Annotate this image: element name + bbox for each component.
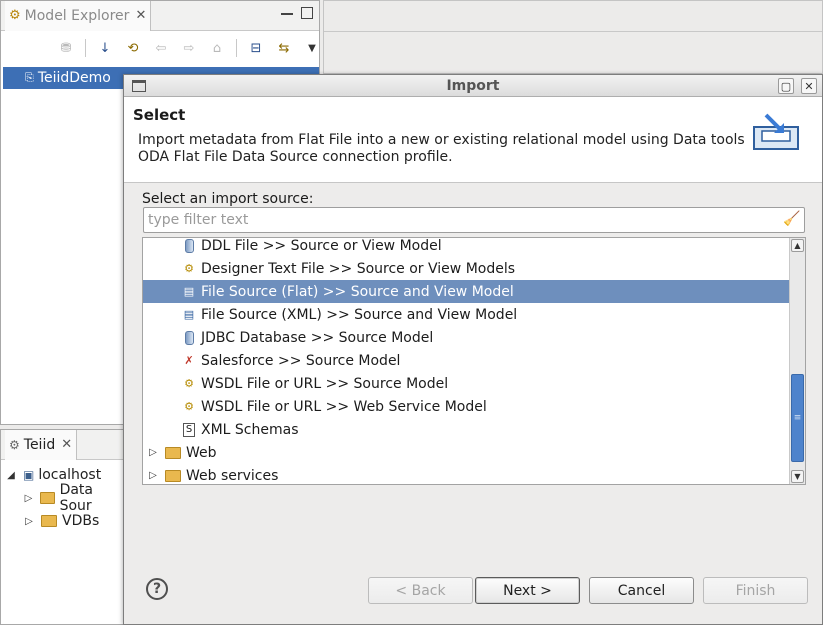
list-item-label: File Source (Flat) >> Source and View Mo… xyxy=(201,283,514,300)
filter-icon[interactable]: ⛃ xyxy=(57,39,75,57)
xml-file-icon: ▤ xyxy=(183,308,195,321)
teiid-tab[interactable]: ⚙ Teiid ✕ xyxy=(5,429,78,460)
filter-input[interactable] xyxy=(143,207,805,233)
dialog-button-bar: ? < Back Next > Cancel Finish xyxy=(124,562,822,622)
vdbs-label: VDBs xyxy=(62,513,100,529)
import-banner-icon xyxy=(753,113,799,150)
folder-icon xyxy=(39,492,55,504)
list-item-selected[interactable]: ▤ File Source (Flat) >> Source and View … xyxy=(143,280,789,303)
dialog-title: Import xyxy=(446,77,500,94)
teiid-tabbar: ⚙ Teiid ✕ xyxy=(1,429,123,460)
back-icon[interactable]: ⇦ xyxy=(152,39,170,57)
wizard-header: Select Import metadata from Flat File in… xyxy=(124,97,822,183)
gear-file-icon: ⚙ xyxy=(184,377,194,390)
server-icon: ▣ xyxy=(23,468,35,482)
schema-icon: S xyxy=(181,422,197,438)
folder-icon xyxy=(165,469,181,482)
import-dialog: Import ▢ ✕ Select Import metadata from F… xyxy=(123,74,823,625)
model-explorer-tab[interactable]: ⚙ Model Explorer ✕ xyxy=(5,0,152,31)
database-icon xyxy=(181,238,197,254)
list-item[interactable]: ▤ File Source (XML) >> Source and View M… xyxy=(143,303,789,326)
category-label: Web services xyxy=(186,467,279,484)
close-icon[interactable]: ✕ xyxy=(61,437,72,452)
gear-file-icon: ⚙ xyxy=(184,400,194,413)
list-item[interactable]: ⚙ WSDL File or URL >> Web Service Model xyxy=(143,395,789,418)
list-item[interactable]: S XML Schemas xyxy=(143,418,789,441)
project-label: TeiidDemo xyxy=(37,70,111,86)
collapsed-twisty-icon[interactable]: ▷ xyxy=(23,493,34,504)
back-button[interactable]: < Back xyxy=(368,577,473,604)
list-item[interactable]: ⚙ Designer Text File >> Source or View M… xyxy=(143,257,789,280)
model-explorer-icon: ⚙ xyxy=(9,8,21,23)
collapsed-twisty-icon[interactable]: ▷ xyxy=(147,447,159,458)
forward-icon[interactable]: ⇨ xyxy=(180,39,198,57)
maximize-icon[interactable] xyxy=(301,7,313,19)
category-label: Web xyxy=(186,444,217,461)
view-menu-icon[interactable]: ▼ xyxy=(303,39,321,57)
close-icon[interactable]: ✕ xyxy=(135,8,146,23)
list-item-label: WSDL File or URL >> Source Model xyxy=(201,375,449,392)
collapse-all-icon[interactable]: ⊟ xyxy=(247,39,265,57)
maximize-icon[interactable]: ▢ xyxy=(778,78,794,94)
minimize-icon[interactable] xyxy=(281,7,293,15)
flat-file-icon: ▤ xyxy=(183,285,195,298)
list-item-label: File Source (XML) >> Source and View Mod… xyxy=(201,306,518,323)
server-label: localhost xyxy=(38,467,102,483)
link-editor-icon[interactable]: ⇆ xyxy=(275,39,293,57)
salesforce-icon: ✗ xyxy=(184,354,194,367)
database-icon xyxy=(181,330,197,346)
next-button[interactable]: Next > xyxy=(475,577,580,604)
list-item-label: XML Schemas xyxy=(201,421,299,438)
model-explorer-tabbar: ⚙ Model Explorer ✕ xyxy=(1,0,319,31)
data-sources-node[interactable]: ▷ Data Sour xyxy=(23,482,123,514)
list-item[interactable]: DDL File >> Source or View Model xyxy=(143,237,789,257)
collapsed-twisty-icon[interactable]: ▷ xyxy=(23,516,35,527)
collapsed-twisty-icon[interactable]: ▷ xyxy=(147,470,159,481)
teiid-tab-label: Teiid xyxy=(23,436,56,453)
list-item-label: Salesforce >> Source Model xyxy=(201,352,401,369)
finish-button[interactable]: Finish xyxy=(703,577,808,604)
editor-area xyxy=(323,0,823,74)
wizard-page-title: Select xyxy=(133,106,186,124)
expanded-twisty-icon[interactable]: ◢ xyxy=(5,470,17,481)
list-item-label: WSDL File or URL >> Web Service Model xyxy=(201,398,487,415)
model-explorer-toolbar: ⛃ ↓ ⟲ ⇦ ⇨ ⌂ ⊟ ⇆ ▼ xyxy=(57,39,321,57)
teiid-view: ⚙ Teiid ✕ ◢ ▣ localhost ▷ Data Sour ▷ VD… xyxy=(0,429,124,625)
teiid-view-icon: ⚙ xyxy=(9,437,20,452)
scroll-thumb[interactable]: ≡ xyxy=(791,374,804,462)
list-item[interactable]: ✗ Salesforce >> Source Model xyxy=(143,349,789,372)
list-item-label: Designer Text File >> Source or View Mod… xyxy=(201,260,516,277)
home-icon[interactable]: ⌂ xyxy=(208,39,226,57)
wizard-page-description: Import metadata from Flat File into a ne… xyxy=(138,132,745,165)
import-source-label: Select an import source: xyxy=(142,191,314,207)
scroll-down-icon[interactable]: ▼ xyxy=(791,470,804,483)
import-source-tree: DDL File >> Source or View Model ⚙ Desig… xyxy=(142,237,806,485)
dialog-titlebar[interactable]: Import ▢ ✕ xyxy=(124,75,822,97)
list-item-label: JDBC Database >> Source Model xyxy=(201,329,434,346)
category-web-services[interactable]: ▷ Web services xyxy=(143,464,789,484)
window-icon xyxy=(132,80,146,92)
project-icon: ⎘ xyxy=(25,71,34,84)
clear-filter-icon[interactable]: 🧹 xyxy=(783,211,801,229)
list-item[interactable]: JDBC Database >> Source Model xyxy=(143,326,789,349)
cancel-button[interactable]: Cancel xyxy=(589,577,694,604)
model-explorer-tab-label: Model Explorer xyxy=(24,7,130,24)
help-icon[interactable]: ? xyxy=(146,578,168,600)
list-item[interactable]: ⚙ WSDL File or URL >> Source Model xyxy=(143,372,789,395)
scroll-up-icon[interactable]: ▲ xyxy=(791,239,804,252)
gear-file-icon: ⚙ xyxy=(184,262,194,275)
sort-icon[interactable]: ↓ xyxy=(96,39,114,57)
vertical-scrollbar[interactable]: ▲ ≡ ▼ xyxy=(789,238,805,484)
folder-icon xyxy=(165,446,181,459)
folder-icon xyxy=(41,515,57,527)
close-icon[interactable]: ✕ xyxy=(801,78,817,94)
list-item-label: DDL File >> Source or View Model xyxy=(201,237,442,254)
vdbs-node[interactable]: ▷ VDBs xyxy=(23,510,99,532)
sync-icon[interactable]: ⟲ xyxy=(124,39,142,57)
category-web[interactable]: ▷ Web xyxy=(143,441,789,464)
